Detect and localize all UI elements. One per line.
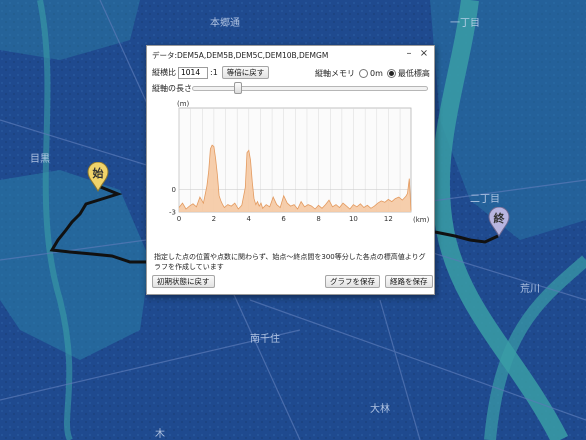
x-tick-label: 6	[281, 215, 286, 223]
map-label: 本郷通	[210, 18, 240, 29]
x-axis-label: (km)	[413, 216, 430, 224]
save-graph-button[interactable]: グラフを保存	[325, 275, 380, 288]
close-button[interactable]: ×	[418, 48, 430, 60]
chart-description: 指定した点の位置や点数に関わらず、始点～終点間を300等分した各点の標高値よりグ…	[154, 253, 426, 271]
axis-length-slider-thumb[interactable]	[234, 82, 242, 94]
y-tick-label: 0	[172, 186, 176, 194]
map-label: 二丁目	[470, 194, 500, 205]
start-pin-label: 始	[92, 167, 104, 180]
x-tick-label: 8	[316, 215, 320, 223]
map-label: 目黒	[30, 154, 50, 165]
ratio-suffix: :1	[210, 68, 218, 77]
x-tick-label: 12	[384, 215, 393, 223]
elevation-profile-dialog: データ:DEM5A,DEM5B,DEM5C,DEM10B,DEMGM – × 縦…	[146, 45, 435, 295]
reset-ratio-button[interactable]: 等倍に戻す	[221, 66, 270, 79]
axis-length-slider[interactable]	[192, 86, 428, 91]
radio-zero[interactable]	[359, 69, 368, 78]
axis-memory-label: 縦軸メモリ	[315, 69, 355, 78]
save-route-button[interactable]: 経路を保存	[385, 275, 433, 288]
y-axis-label: (m)	[177, 100, 190, 108]
minimize-button[interactable]: –	[403, 48, 415, 60]
ratio-label: 縦横比	[152, 68, 176, 77]
x-tick-label: 10	[349, 215, 358, 223]
map-label: 荒川	[520, 284, 540, 295]
start-pin[interactable]: 始	[87, 162, 109, 192]
map-label: 木	[155, 429, 165, 440]
x-tick-label: 4	[247, 215, 252, 223]
radio-min-label: 最低標高	[397, 69, 430, 78]
x-tick-label: 0	[177, 215, 181, 223]
x-tick-label: 2	[212, 215, 216, 223]
map-label: 大林	[370, 404, 390, 415]
reset-initial-button[interactable]: 初期状態に戻す	[152, 275, 215, 288]
axis-length-label: 縦軸の長さ	[152, 84, 192, 93]
y-tick-label: -3	[169, 209, 176, 217]
radio-zero-label: 0m	[370, 69, 383, 78]
end-pin[interactable]: 終	[488, 207, 510, 237]
ratio-input[interactable]	[178, 66, 208, 79]
elevation-chart: 0 2 4 6 8 10 12-30(m)(km)	[169, 100, 430, 224]
map-label: 南千住	[250, 334, 280, 345]
map-label: 一丁目	[450, 18, 480, 29]
end-pin-label: 終	[493, 212, 505, 225]
radio-min-elevation[interactable]	[386, 69, 396, 78]
dialog-title: データ:DEM5A,DEM5B,DEM5C,DEM10B,DEMGM	[152, 51, 329, 60]
